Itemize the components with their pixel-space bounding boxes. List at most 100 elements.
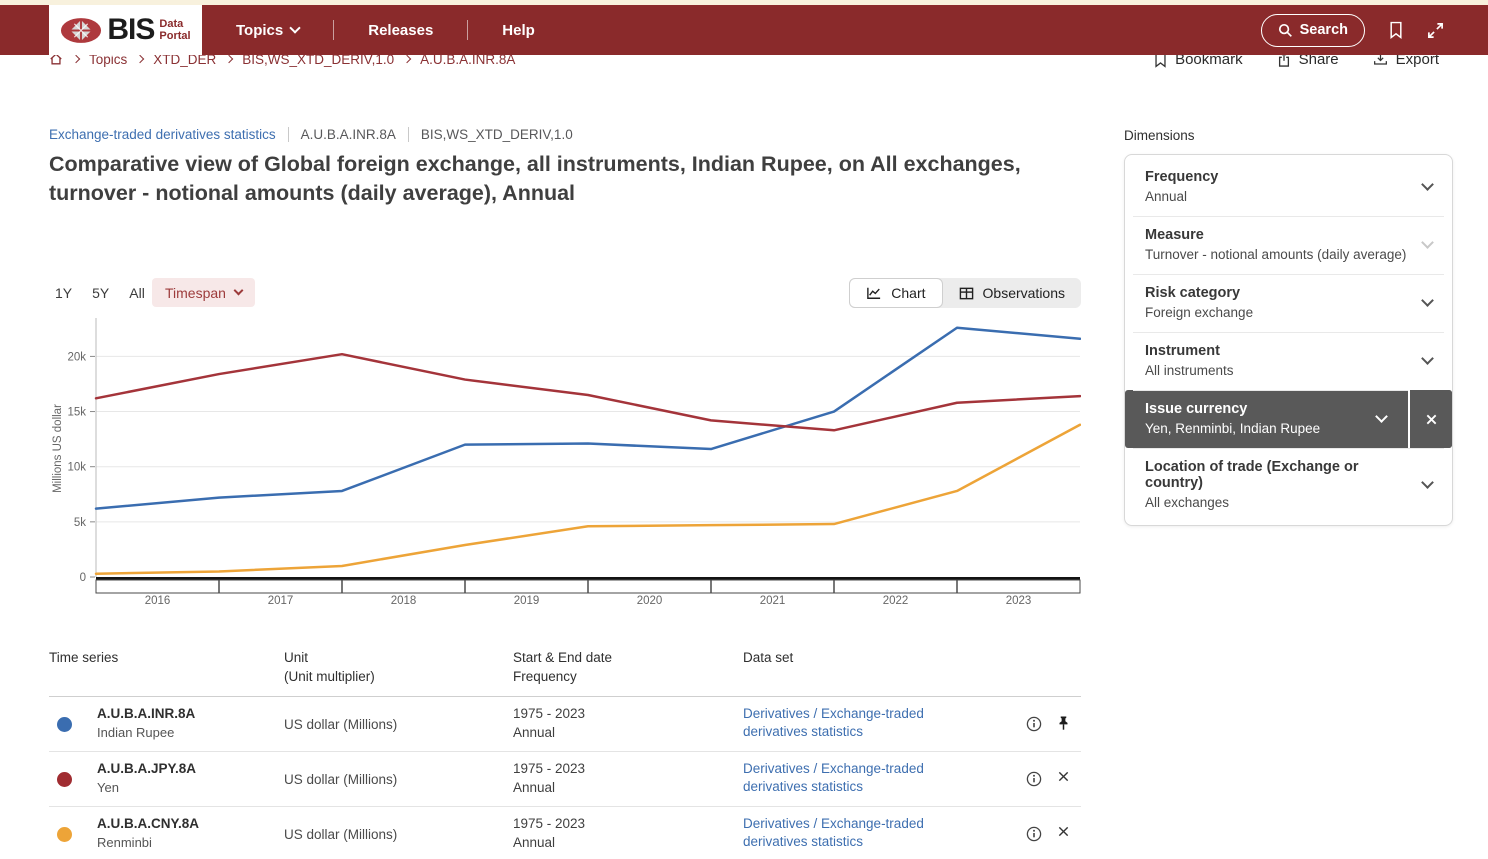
table-icon	[959, 287, 973, 299]
series-name: Indian Rupee	[97, 725, 175, 740]
title-links: Exchange-traded derivatives statistics A…	[49, 127, 573, 142]
series-code: A.U.B.A.JPY.8A	[97, 761, 197, 776]
divider	[287, 127, 289, 142]
dataset-link[interactable]: Exchange-traded derivatives statistics	[49, 127, 276, 142]
info-icon	[1026, 826, 1042, 842]
series-dot	[57, 772, 72, 787]
bookmark-icon	[1390, 21, 1402, 39]
fullscreen-icon	[1427, 22, 1444, 38]
remove-series-button[interactable]	[1057, 770, 1070, 783]
nav-divider	[333, 20, 335, 40]
navbar: BIS Data Portal Topics Releases Help Sea…	[0, 5, 1488, 55]
chart-controls: 1Y 5Y All Timespan Chart Observations	[49, 278, 1081, 308]
table-row: A.U.B.A.JPY.8A Yen US dollar (Millions) …	[49, 752, 1081, 807]
bis-logo-icon	[61, 17, 102, 43]
chevron-down-icon	[289, 22, 301, 34]
svg-text:2016: 2016	[145, 595, 171, 607]
unit-cell: US dollar (Millions)	[284, 827, 398, 842]
close-icon	[1058, 771, 1069, 782]
svg-text:5k: 5k	[74, 517, 86, 529]
series-code-label: A.U.B.A.INR.8A	[300, 127, 396, 142]
search-button[interactable]: Search	[1260, 13, 1365, 47]
breadcrumb-chevron-icon	[402, 54, 412, 64]
dimensions-heading: Dimensions	[1124, 128, 1195, 143]
header-time-series: Time series	[49, 650, 119, 665]
svg-text:10k: 10k	[67, 462, 86, 474]
pin-button[interactable]	[1057, 715, 1070, 731]
close-icon	[1058, 826, 1069, 837]
info-button[interactable]	[1026, 826, 1042, 842]
nav-menu: Topics Releases Help	[228, 5, 543, 55]
timespan-button[interactable]: Timespan	[152, 278, 255, 307]
issue-currency-remove-button[interactable]	[1408, 390, 1452, 448]
dimensions-panel: Frequency Annual Measure Turnover - noti…	[1124, 154, 1453, 526]
dates-cell: 1975 - 2023	[513, 761, 586, 776]
svg-text:2022: 2022	[883, 595, 909, 607]
header-data-set: Data set	[743, 650, 794, 665]
series-code: A.U.B.A.INR.8A	[97, 706, 196, 721]
dimension-row-risk-category[interactable]: Risk category Foreign exchange	[1125, 274, 1452, 332]
info-icon	[1026, 716, 1042, 732]
header-unit: Unit (Unit multiplier)	[284, 650, 375, 684]
dimension-row-frequency[interactable]: Frequency Annual	[1125, 158, 1452, 216]
dataflow-label: BIS,WS_XTD_DERIV,1.0	[420, 127, 573, 142]
breadcrumb-chevron-icon	[225, 54, 234, 64]
header-dates: Start & End date Frequency	[513, 650, 613, 684]
info-button[interactable]	[1026, 716, 1042, 732]
nav-item-releases[interactable]: Releases	[360, 22, 441, 39]
close-icon	[1426, 414, 1436, 424]
svg-text:2021: 2021	[760, 595, 786, 607]
bis-logo[interactable]: BIS Data Portal	[49, 5, 202, 55]
nav-right-cluster: Search	[1260, 5, 1444, 55]
frequency-cell: Annual	[513, 835, 556, 850]
breadcrumb-chevron-icon	[136, 54, 145, 64]
dataset-link[interactable]: Derivatives / Exchange-traded derivative…	[743, 760, 939, 796]
chart-view-button[interactable]: Chart	[849, 278, 943, 308]
dataset-link[interactable]: Derivatives / Exchange-traded derivative…	[743, 815, 939, 851]
nav-item-help[interactable]: Help	[494, 22, 543, 39]
series-dot	[57, 827, 72, 842]
svg-text:Millions US dollar: Millions US dollar	[52, 404, 64, 493]
nav-item-topics[interactable]: Topics	[228, 22, 307, 39]
observations-view-button[interactable]: Observations	[943, 278, 1081, 308]
series-code: A.U.B.A.CNY.8A	[97, 816, 200, 831]
table-header: Time series Unit (Unit multiplier) Start …	[49, 645, 1081, 697]
range-1y-button[interactable]: 1Y	[55, 285, 72, 301]
fullscreen-button[interactable]	[1427, 22, 1444, 39]
svg-text:2023: 2023	[1006, 595, 1032, 607]
chevron-down-icon	[1421, 236, 1434, 249]
chevron-down-icon	[1421, 476, 1434, 489]
info-button[interactable]	[1026, 771, 1042, 787]
dimension-row-issue-currency[interactable]: Issue currency Yen, Renminbi, Indian Rup…	[1125, 390, 1452, 448]
line-chart-icon	[867, 287, 881, 299]
chart-area: 0 5k 10k 15k 20k 2016 2017 2018 2019 2020 2021 2022…	[49, 312, 1081, 612]
timeseries-chart[interactable]: 0 5k 10k 15k 20k 2016 2017 2018 2019 2020 2021 2022…	[49, 312, 1081, 612]
series-name: Yen	[97, 780, 119, 795]
dates-cell: 1975 - 2023	[513, 816, 586, 831]
chevron-down-icon	[1421, 178, 1434, 191]
svg-text:2019: 2019	[514, 595, 540, 607]
chevron-down-icon	[1421, 294, 1434, 307]
dates-cell: 1975 - 2023	[513, 706, 586, 721]
table-row: A.U.B.A.CNY.8A Renminbi US dollar (Milli…	[49, 807, 1081, 859]
range-5y-button[interactable]: 5Y	[92, 285, 109, 301]
svg-text:15k: 15k	[67, 407, 86, 419]
unit-cell: US dollar (Millions)	[284, 772, 398, 787]
info-icon	[1026, 771, 1042, 787]
svg-text:2017: 2017	[268, 595, 294, 607]
chevron-down-icon	[233, 285, 244, 296]
divider	[407, 127, 409, 142]
svg-text:2020: 2020	[637, 595, 663, 607]
dimension-row-instrument[interactable]: Instrument All instruments	[1125, 332, 1452, 390]
navbar-bookmark-button[interactable]	[1389, 21, 1403, 39]
remove-series-button[interactable]	[1057, 825, 1070, 838]
range-all-button[interactable]: All	[129, 285, 145, 301]
breadcrumb-chevron-icon	[71, 54, 81, 64]
dataset-link[interactable]: Derivatives / Exchange-traded derivative…	[743, 705, 939, 741]
dimension-row-location-of-trade[interactable]: Location of trade (Exchange or country) …	[1125, 448, 1452, 522]
series-name: Renminbi	[97, 835, 152, 850]
pin-icon	[1059, 716, 1068, 730]
dimension-row-measure[interactable]: Measure Turnover - notional amounts (dai…	[1125, 216, 1452, 274]
series-dot	[57, 717, 72, 732]
brand-subtitle: Data Portal	[159, 18, 191, 42]
